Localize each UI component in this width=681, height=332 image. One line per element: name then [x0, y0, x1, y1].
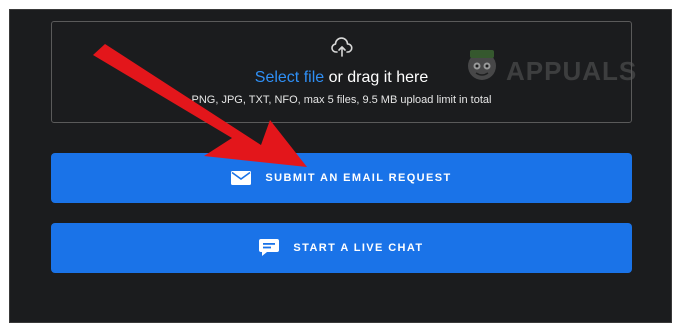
- drag-text: or drag it here: [324, 69, 429, 86]
- start-live-chat-label: START A LIVE CHAT: [293, 242, 424, 254]
- chat-bubble-icon: [259, 239, 280, 257]
- start-live-chat-button[interactable]: START A LIVE CHAT: [51, 223, 632, 273]
- file-dropzone[interactable]: Select file or drag it here PNG, JPG, TX…: [51, 21, 632, 123]
- select-file-link[interactable]: Select file: [255, 69, 324, 86]
- upload-limit-hint: PNG, JPG, TXT, NFO, max 5 files, 9.5 MB …: [191, 94, 492, 106]
- envelope-icon: [231, 171, 252, 185]
- submit-email-request-label: SUBMIT AN EMAIL REQUEST: [265, 172, 452, 184]
- upload-cloud-icon: [330, 36, 354, 60]
- dropzone-title: Select file or drag it here: [52, 69, 631, 87]
- submit-email-request-button[interactable]: SUBMIT AN EMAIL REQUEST: [51, 153, 632, 203]
